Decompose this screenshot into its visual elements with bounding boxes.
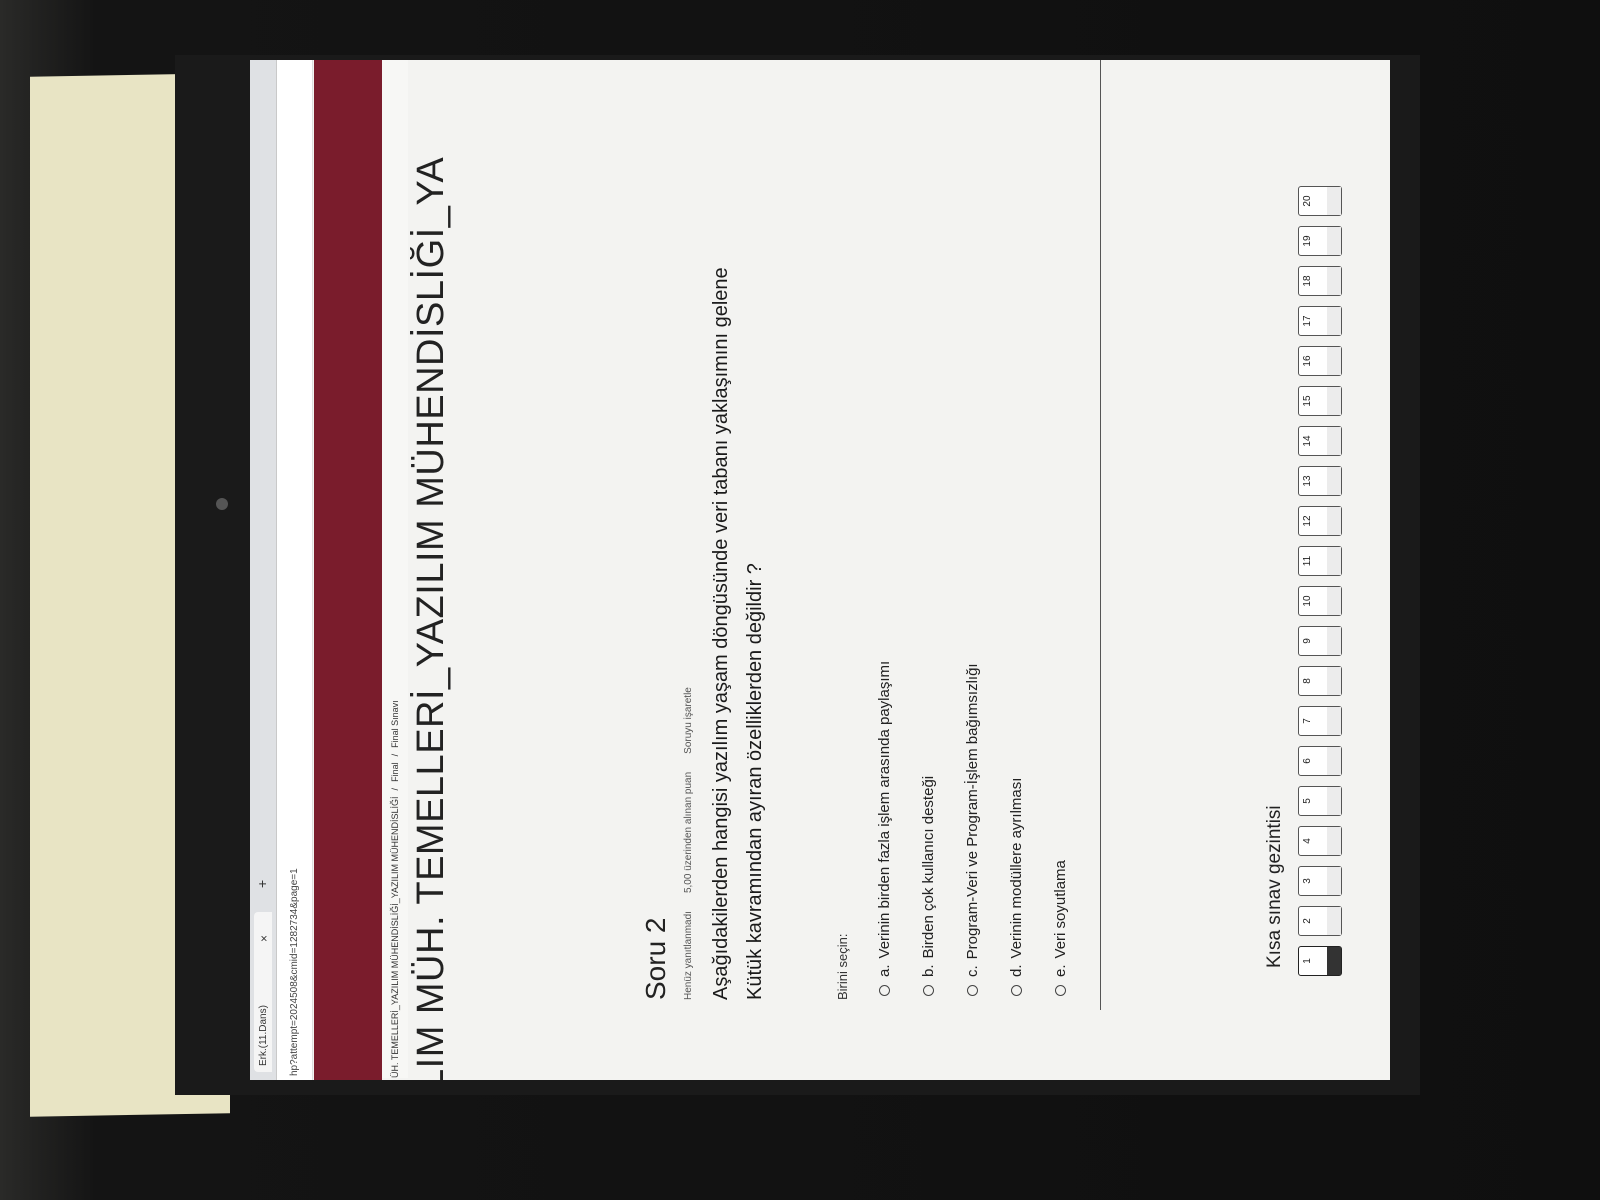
quiz-nav-button[interactable]: 20 [1298,186,1342,216]
page-title: LIM MÜH. TEMELLERİ_YAZILIM MÜHENDİSLİĞİ_… [410,156,452,1080]
address-bar[interactable]: hp?attempt=2024508&cmid=1282734&page=1 [277,60,313,1080]
radio-icon[interactable] [1010,985,1022,996]
webcam-dot [216,498,228,510]
question-info: Henüz yanıtlanmadı 5,00 üzerinden alınan… [683,687,694,1000]
option-label: Birden çok kullanıcı desteği [919,775,937,959]
quiz-nav-button[interactable]: 12 [1298,506,1342,536]
quiz-nav-button[interactable]: 6 [1298,746,1342,776]
answer-option-b[interactable]: b. Birden çok kullanıcı desteği [906,661,950,996]
answer-option-d[interactable]: d. Verinin modüllere ayrılması [994,661,1038,996]
breadcrumb-separator: / [390,787,400,791]
option-letter: c. [963,965,981,977]
option-letter: b. [919,964,937,977]
question-points: 5,00 üzerinden alınan puan [683,771,694,894]
quiz-nav-button[interactable]: 14 [1298,426,1342,456]
option-letter: d. [1007,964,1025,977]
option-label: Verinin birden fazla işlem arasında payl… [875,660,893,959]
quiz-nav-button[interactable]: 9 [1298,626,1342,656]
quiz-nav-button[interactable]: 15 [1298,386,1342,416]
quiz-navigation: 1 2 3 4 5 6 7 8 9 10 11 12 13 14 15 16 1… [1298,186,1342,976]
quiz-nav-button[interactable]: 4 [1298,826,1342,856]
question-text-line: Kütük kavramından ayıran özelliklerden d… [744,563,766,1000]
option-label: Program-Veri ve Program-İşlem bağımsızlı… [963,663,981,960]
breadcrumb-course[interactable]: ÜH. TEMELLERİ_YAZILIM MÜHENDİSLİĞİ_YAZIL… [390,796,400,1078]
quiz-nav-button[interactable]: 2 [1298,906,1342,936]
tab-bar: Erk.(11.Dans) × + [250,60,277,1080]
browser-tab[interactable]: Erk.(11.Dans) × [254,912,272,1072]
quiz-nav-button[interactable]: 13 [1298,466,1342,496]
option-letter: e. [1051,964,1069,977]
section-divider [1100,60,1101,1010]
flag-question-link[interactable]: Soruyu işaretle [683,687,694,754]
new-tab-icon[interactable]: + [254,880,270,888]
answer-option-e[interactable]: e. Veri soyutlama [1038,661,1082,996]
option-label: Verinin modüllere ayrılması [1007,777,1025,959]
question-title: Soru 2 [640,917,671,1001]
quiz-nav-button[interactable]: 3 [1298,866,1342,896]
answer-prompt: Birini seçin: [835,933,850,1000]
answer-option-a[interactable]: a. Verinin birden fazla işlem arasında p… [862,661,906,996]
answer-option-c[interactable]: c. Program-Veri ve Program-İşlem bağımsı… [950,661,994,996]
quiz-nav-button[interactable]: 5 [1298,786,1342,816]
radio-icon[interactable] [922,985,934,996]
browser-screen: Erk.(11.Dans) × + hp?attempt=2024508&cmi… [250,60,1390,1080]
quiz-nav-button[interactable]: 17 [1298,306,1342,336]
radio-icon[interactable] [878,985,890,996]
quiz-nav-button[interactable]: 1 [1298,946,1342,976]
question-text: Aşağıdakilerden hangisi yazılım yaşam dö… [704,60,772,1000]
quiz-nav-button[interactable]: 7 [1298,706,1342,736]
radio-icon[interactable] [966,985,978,996]
quiz-nav-button[interactable]: 10 [1298,586,1342,616]
quiz-nav-button[interactable]: 16 [1298,346,1342,376]
quiz-nav-button[interactable]: 11 [1298,546,1342,576]
tab-label: Erk.(11.Dans) [257,1005,269,1066]
quiz-navigation-title: Kısa sınav gezintisi [1264,805,1285,968]
site-banner [314,60,382,1080]
close-icon[interactable]: × [257,935,271,942]
quiz-nav-button[interactable]: 18 [1298,266,1342,296]
breadcrumb-section[interactable]: Final [390,762,400,782]
radio-icon[interactable] [1054,985,1066,996]
url-text: hp?attempt=2024508&cmid=1282734&page=1 [289,868,300,1076]
option-label: Veri soyutlama [1051,860,1069,959]
answer-options: a. Verinin birden fazla işlem arasında p… [862,661,1082,996]
quiz-nav-button[interactable]: 8 [1298,666,1342,696]
quiz-nav-button[interactable]: 19 [1298,226,1342,256]
breadcrumb-page[interactable]: Final Sınavı [390,700,400,748]
breadcrumb-separator: / [390,753,400,757]
breadcrumb: ÜH. TEMELLERİ_YAZILIM MÜHENDİSLİĞİ_YAZIL… [382,60,408,1078]
question-status: Henüz yanıtlanmadı [683,911,694,1000]
question-text-line: Aşağıdakilerden hangisi yazılım yaşam dö… [710,267,732,1000]
option-letter: a. [875,964,893,977]
